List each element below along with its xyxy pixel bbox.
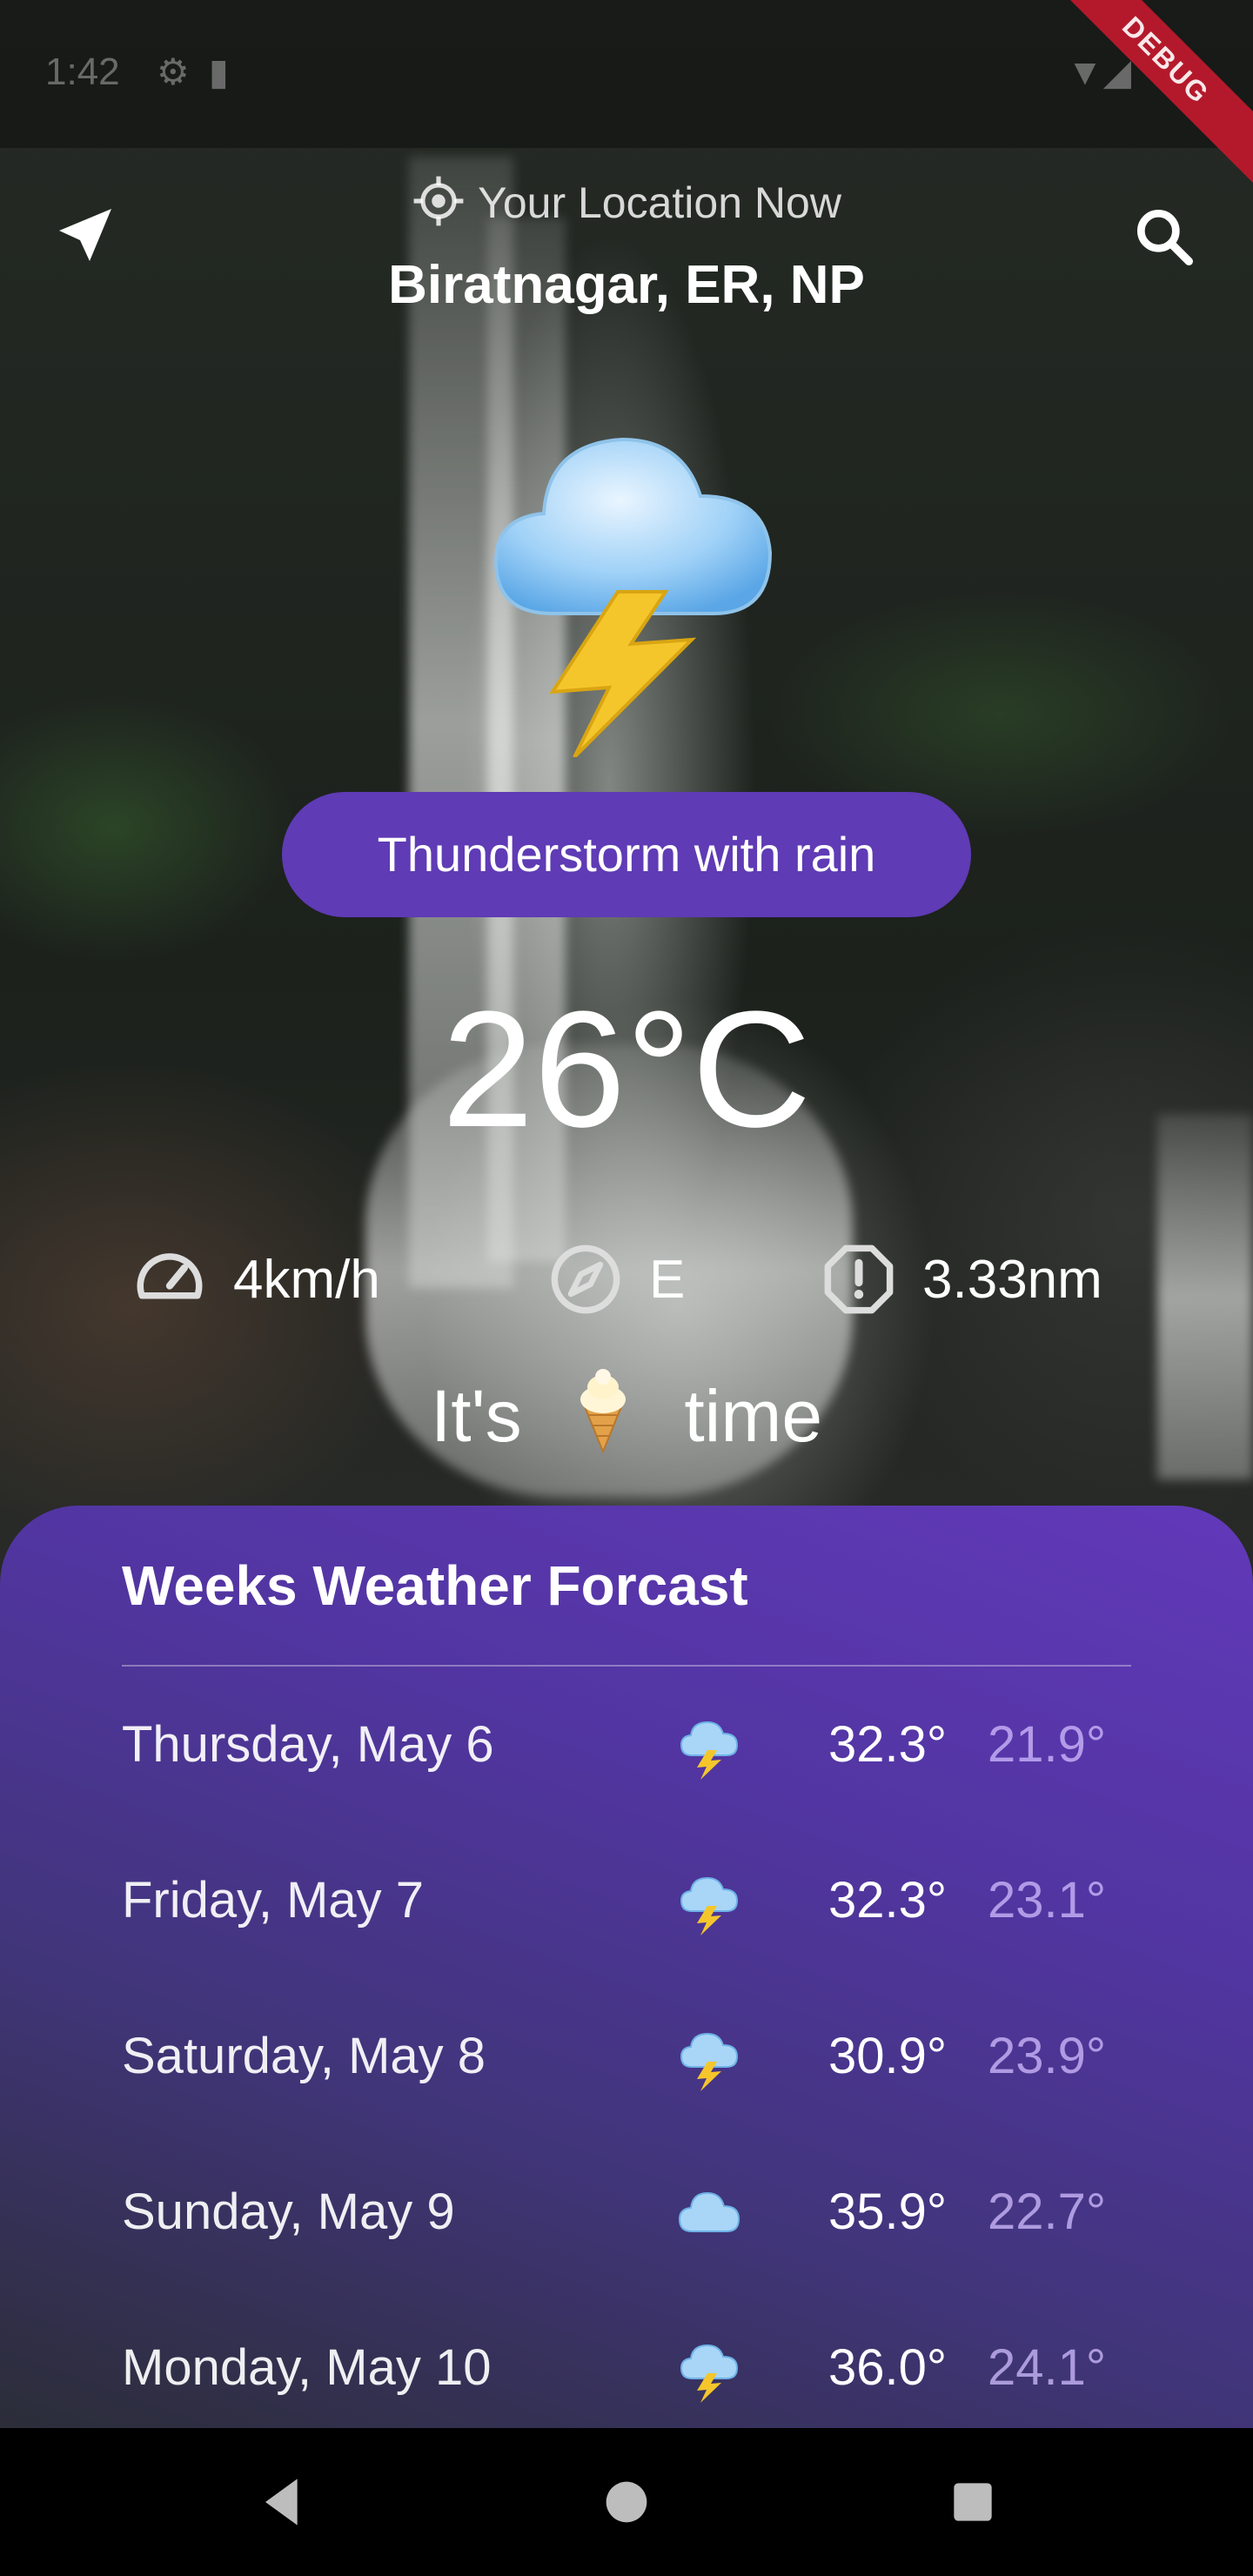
system-nav-bar: [0, 2428, 1253, 2576]
recents-icon[interactable]: [938, 2467, 1008, 2537]
forecast-day: Thursday, May 6: [122, 1716, 494, 1773]
condition-badge: Thunderstorm with rain: [282, 792, 971, 917]
forecast-row: Thursday, May 6 32.3° 21.9°: [0, 1693, 1253, 1797]
forecast-low: 22.7°: [988, 2184, 1107, 2240]
speedometer-icon: [137, 1253, 203, 1299]
quip-after: time: [684, 1375, 823, 1457]
forecast-low: 23.9°: [988, 2028, 1107, 2084]
status-time: 1:42: [45, 50, 120, 93]
wind-speed: 4km/h: [131, 1236, 380, 1323]
forecast-row: Sunday, May 9 35.9° 22.7°: [0, 2160, 1253, 2264]
cloud-icon: [674, 2179, 744, 2249]
wind-direction-value: E: [649, 1249, 686, 1310]
cloud-with-lightning-icon: [674, 2023, 744, 2093]
forecast-day: Monday, May 10: [122, 2339, 492, 2396]
forecast-low: 24.1°: [988, 2339, 1107, 2396]
status-icons: ⚙▮: [157, 51, 248, 92]
status-bar: 1:42 ⚙▮ ▼◢: [0, 0, 1253, 148]
visibility: 3.33nm: [820, 1236, 1102, 1323]
forecast-low: 23.1°: [988, 1872, 1107, 1929]
wind-speed-value: 4km/h: [233, 1249, 380, 1310]
cloud-with-lightning-icon: [674, 2335, 744, 2405]
forecast-row: Friday, May 7 32.3° 23.1°: [0, 1848, 1253, 1953]
location-label: Your Location Now: [0, 174, 1253, 228]
forecast-low: 21.9°: [988, 1716, 1107, 1773]
forecast-card: Weeks Weather Forcast Thursday, May 6 32…: [0, 1506, 1253, 2428]
forecast-day: Friday, May 7: [122, 1872, 425, 1929]
alert-octagon-icon: [824, 1244, 894, 1314]
compass-icon: [551, 1244, 620, 1314]
weather-stats: 4km/h E 3.33nm: [0, 1236, 1253, 1323]
wind-direction: E: [546, 1236, 685, 1323]
current-temperature: 26°C: [441, 977, 812, 1162]
quip-before: It's: [430, 1375, 522, 1457]
forecast-title: Weeks Weather Forcast: [122, 1554, 748, 1617]
cloud-with-lightning-icon: [461, 392, 792, 759]
forecast-day: Sunday, May 9: [122, 2184, 455, 2240]
forecast-row: Saturday, May 8 30.9° 23.9°: [0, 2004, 1253, 2109]
forecast-day: Saturday, May 8: [122, 2028, 486, 2084]
divider: [122, 1665, 1131, 1667]
forecast-high: 32.3°: [828, 1872, 948, 1929]
forecast-high: 36.0°: [828, 2339, 948, 2396]
ice-cream-icon: [580, 1369, 626, 1454]
visibility-value: 3.33nm: [922, 1249, 1102, 1310]
signal-icons: ▼◢: [1067, 51, 1131, 92]
search-icon[interactable]: [1129, 202, 1199, 272]
city-name: Biratnagar, ER, NP: [388, 255, 865, 315]
cloud-with-lightning-icon: [674, 1868, 744, 1937]
forecast-row: Monday, May 10 36.0° 24.1°: [0, 2316, 1253, 2420]
home-icon[interactable]: [592, 2467, 661, 2537]
gps-target-icon: [413, 176, 464, 226]
forecast-high: 35.9°: [828, 2184, 948, 2240]
forecast-high: 30.9°: [828, 2028, 948, 2084]
back-icon[interactable]: [248, 2467, 318, 2537]
forecast-high: 32.3°: [828, 1716, 948, 1773]
cloud-with-lightning-icon: [674, 1712, 744, 1781]
weather-quip: It's time: [0, 1366, 1253, 1459]
location-label-text: Your Location Now: [478, 178, 841, 227]
